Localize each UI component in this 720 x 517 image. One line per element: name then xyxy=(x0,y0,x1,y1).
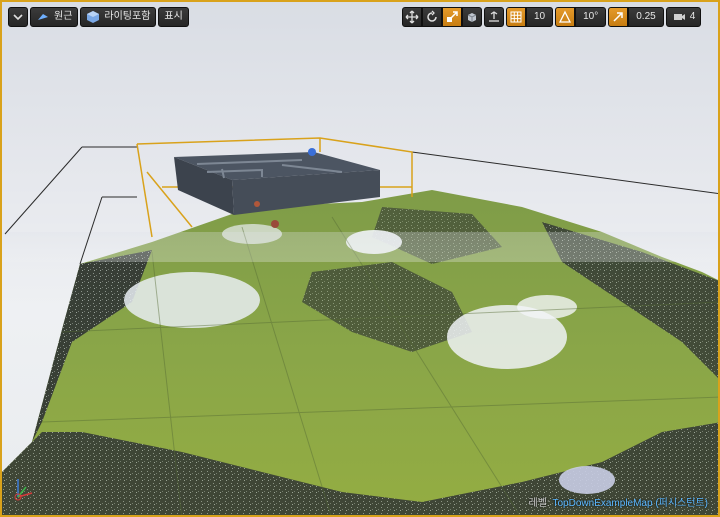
scale-snap-group: 0.25 xyxy=(608,7,664,27)
move-tool-button[interactable] xyxy=(402,7,422,27)
rotation-snap-group: 10° xyxy=(555,7,607,27)
actor-marker xyxy=(254,201,260,207)
scale-tool-button[interactable] xyxy=(442,7,462,27)
axis-gizmo xyxy=(14,479,33,501)
camera-speed-icon xyxy=(673,14,685,20)
scale-snap-value[interactable]: 0.25 xyxy=(628,7,664,27)
viewport-toolbar-left: 원근 라이팅포함 표시 xyxy=(8,7,189,27)
lighting-mode-label: 라이팅포함 xyxy=(104,11,151,22)
snow-patch-1 xyxy=(124,272,260,328)
camera-speed-button[interactable]: 4 xyxy=(665,7,702,27)
move-icon xyxy=(405,10,419,24)
player-start xyxy=(308,148,316,156)
show-button[interactable]: 표시 xyxy=(158,7,189,27)
perspective-icon xyxy=(38,14,48,20)
lit-sphere-icon xyxy=(87,11,100,23)
transform-tools xyxy=(402,7,482,27)
grid-snap-value-label: 10 xyxy=(534,11,546,22)
actor-marker-2 xyxy=(271,220,279,228)
viewport-toolbar-right: 10 10° 0.25 4 xyxy=(402,7,702,27)
rotation-snap-toggle[interactable] xyxy=(555,7,576,27)
lighting-mode-button[interactable]: 라이팅포함 xyxy=(80,7,157,27)
grid-snap-group: 10 xyxy=(506,7,554,27)
surface-snap-button[interactable] xyxy=(484,7,504,27)
level-prefix: 레벨: xyxy=(528,498,550,509)
snow-patch-5 xyxy=(559,466,615,494)
grid-icon xyxy=(510,11,522,23)
scale-snap-toggle[interactable] xyxy=(608,7,629,27)
viewport-options-button[interactable] xyxy=(8,7,28,27)
scene-render xyxy=(2,137,718,515)
rotate-icon xyxy=(427,10,437,22)
camera-speed-value: 4 xyxy=(689,11,696,22)
chevron-down-icon xyxy=(13,14,23,21)
grid-snap-toggle[interactable] xyxy=(506,7,526,27)
snow-patch-4 xyxy=(517,295,577,319)
view-mode-label: 원근 xyxy=(54,11,73,22)
scale-snap-value-label: 0.25 xyxy=(636,11,656,22)
rotation-snap-value-label: 10° xyxy=(583,11,599,22)
scale-icon xyxy=(447,11,458,22)
view-mode-button[interactable]: 원근 xyxy=(30,7,79,27)
level-name: TopDownExampleMap (퍼시스턴트) xyxy=(552,498,709,509)
level-viewport[interactable]: 원근 라이팅포함 표시 10 10° 0.25 4 레벨: TopDownExa… xyxy=(0,0,720,517)
level-name-label: 레벨: TopDownExampleMap (퍼시스턴트) xyxy=(529,494,708,509)
grid-snap-value[interactable]: 10 xyxy=(526,7,554,27)
globe-icon xyxy=(467,13,477,22)
angle-icon xyxy=(559,10,572,23)
scale-arrow-icon xyxy=(613,12,623,22)
world-local-toggle[interactable] xyxy=(462,7,482,27)
show-label: 표시 xyxy=(164,11,183,22)
fog-band xyxy=(2,232,718,262)
surface-snap-icon xyxy=(489,11,499,22)
rotation-snap-value[interactable]: 10° xyxy=(575,7,607,27)
rotate-tool-button[interactable] xyxy=(422,7,442,27)
